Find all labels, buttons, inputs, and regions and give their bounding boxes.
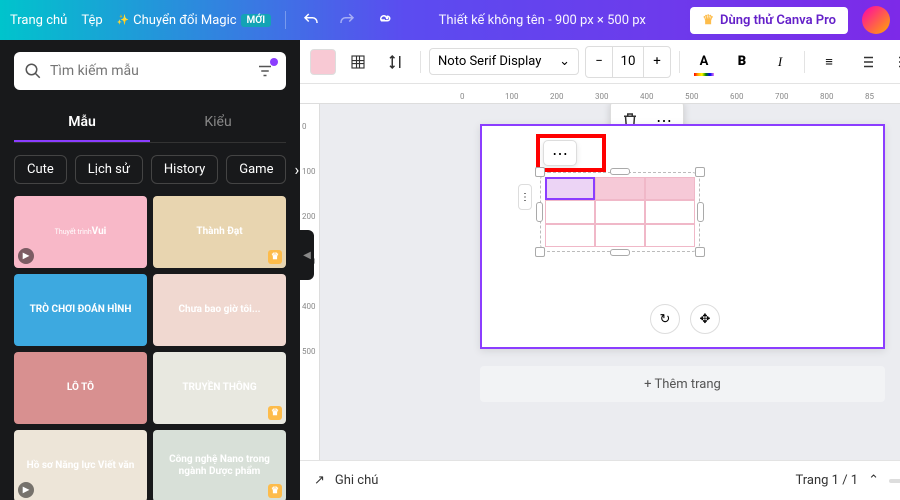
cloud-sync-icon[interactable] (372, 9, 394, 31)
templates-sidebar: Mẫu Kiểu Cute Lịch sử History Game › Thu… (0, 40, 300, 500)
table-grid[interactable] (540, 172, 700, 252)
spacing-icon[interactable] (380, 46, 412, 78)
add-page-button[interactable]: + Thêm trang (480, 366, 885, 402)
play-icon: ▶ (18, 482, 34, 498)
try-pro-button[interactable]: ♛ Dùng thử Canva Pro (690, 7, 848, 34)
crown-icon: ♛ (702, 13, 714, 28)
chevron-down-icon: ⌄ (559, 54, 570, 69)
resize-edge[interactable] (610, 168, 630, 175)
resize-edge[interactable] (697, 202, 704, 222)
template-card[interactable]: TRUYỀN THÔNG♛ (153, 352, 286, 424)
chevron-right-icon[interactable]: › (294, 160, 299, 179)
category-chips: Cute Lịch sử History Game › (14, 155, 286, 184)
font-family-select[interactable]: Noto Serif Display ⌄ (429, 48, 579, 75)
separator (285, 11, 286, 29)
notes-icon[interactable]: ↗ (314, 473, 325, 488)
category-history[interactable]: History (151, 155, 218, 184)
premium-crown-icon: ♛ (268, 250, 282, 264)
template-card[interactable]: Hồ sơ Năng lực Viết văn▶ (14, 430, 147, 500)
row-drag-handle[interactable]: ⋮ (518, 184, 532, 210)
move-icon[interactable]: ✥ (690, 304, 720, 334)
resize-handle[interactable] (695, 247, 705, 257)
italic-button[interactable]: I (764, 46, 796, 78)
file-menu[interactable]: Tệp (81, 13, 102, 28)
notes-button[interactable]: Ghi chú (335, 473, 379, 488)
element-quick-controls: ↻ ✥ (650, 304, 720, 334)
horizontal-ruler: 010020030040050060070080085 (300, 84, 900, 104)
undo-icon[interactable] (300, 9, 322, 31)
font-size-stepper: − + (585, 46, 671, 78)
resize-handle[interactable] (535, 167, 545, 177)
rotate-icon[interactable]: ↻ (650, 304, 680, 334)
filter-icon[interactable] (254, 60, 276, 82)
sidebar-tabs: Mẫu Kiểu (14, 104, 286, 143)
tab-styles[interactable]: Kiểu (150, 104, 286, 142)
increase-size-button[interactable]: + (644, 47, 670, 77)
template-card[interactable]: TRÒ CHƠI ĐOÁN HÌNH (14, 274, 147, 346)
chevron-up-icon[interactable]: ⌃ (868, 473, 879, 488)
border-style-icon[interactable] (342, 46, 374, 78)
sparkle-icon: ✨ (117, 15, 129, 26)
template-card[interactable]: Chưa bao giờ tôi... (153, 274, 286, 346)
premium-crown-icon: ♛ (268, 484, 282, 498)
home-link[interactable]: Trang chủ (10, 13, 67, 28)
bold-button[interactable]: B (726, 46, 758, 78)
list-icon[interactable] (851, 46, 883, 78)
zoom-slider[interactable] (889, 479, 900, 483)
table-context-button[interactable]: ⋯ (543, 140, 577, 166)
category-history-vi[interactable]: Lịch sử (75, 155, 143, 184)
play-icon: ▶ (18, 248, 34, 264)
document-title[interactable]: Thiết kế không tên - 900 px × 500 px (408, 13, 676, 28)
template-search[interactable] (14, 52, 286, 90)
bottom-status-bar: ↗ Ghi chú Trang 1 / 1 ⌃ (300, 460, 900, 500)
page-indicator[interactable]: Trang 1 / 1 (795, 473, 858, 488)
search-input[interactable] (50, 63, 246, 79)
premium-crown-icon: ♛ (268, 406, 282, 420)
align-icon[interactable]: ≡ (813, 46, 845, 78)
template-grid: Thuyết trìnhVui▶Thành Đạt♛TRÒ CHƠI ĐOÁN … (14, 196, 286, 500)
template-card[interactable]: Công nghệ Nano trong ngành Dược phẩm♛ (153, 430, 286, 500)
resize-handle[interactable] (535, 247, 545, 257)
decrease-size-button[interactable]: − (586, 47, 612, 77)
new-badge: MỚI (241, 14, 272, 27)
resize-edge[interactable] (610, 249, 630, 256)
resize-edge[interactable] (536, 202, 543, 222)
template-card[interactable]: Thành Đạt♛ (153, 196, 286, 268)
spacing2-icon[interactable] (889, 46, 900, 78)
template-card[interactable]: Thuyết trìnhVui▶ (14, 196, 147, 268)
selected-table-element[interactable] (540, 172, 700, 252)
canvas-viewport[interactable]: 0100200300400500 ⋯ ⋯ ⋮ (300, 104, 900, 460)
tab-templates[interactable]: Mẫu (14, 104, 150, 142)
category-cute[interactable]: Cute (14, 155, 67, 184)
top-menu-bar: Trang chủ Tệp ✨ Chuyển đổi Magic MỚI Thi… (0, 0, 900, 40)
user-avatar[interactable] (862, 6, 890, 34)
text-color-icon[interactable]: A (688, 46, 720, 78)
redo-icon[interactable] (336, 9, 358, 31)
fill-color-swatch[interactable] (310, 49, 336, 75)
magic-switch[interactable]: ✨ Chuyển đổi Magic MỚI (117, 13, 272, 28)
canvas-area: Noto Serif Display ⌄ − + A B I ≡ Chuyể 0… (300, 40, 900, 500)
template-card[interactable]: LÔ TÔ (14, 352, 147, 424)
resize-handle[interactable] (695, 167, 705, 177)
filter-active-dot (270, 58, 278, 66)
font-size-input[interactable] (612, 47, 644, 77)
search-icon (24, 62, 42, 80)
category-game[interactable]: Game (226, 155, 286, 184)
sidebar-collapse-handle[interactable]: ◀ (300, 230, 314, 280)
vertical-ruler: 0100200300400500 (300, 104, 320, 460)
format-toolbar: Noto Serif Display ⌄ − + A B I ≡ Chuyể (300, 40, 900, 84)
